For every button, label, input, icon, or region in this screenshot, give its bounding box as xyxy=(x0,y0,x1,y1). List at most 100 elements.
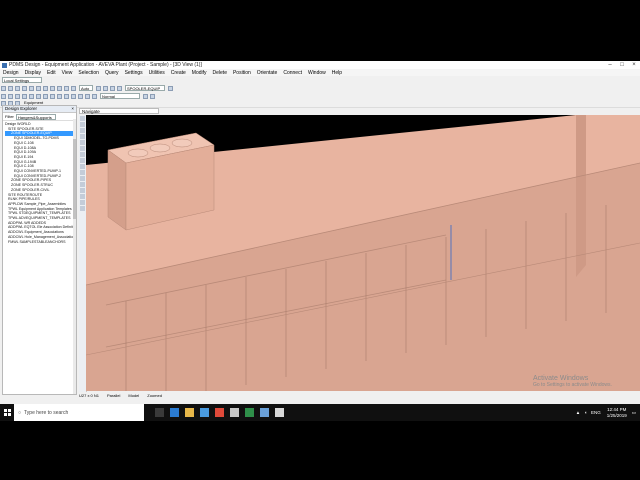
hide-icon[interactable] xyxy=(71,93,76,99)
zoom-out-icon[interactable] xyxy=(80,128,85,133)
auto-button[interactable]: Auto xyxy=(79,85,93,91)
nav-icon[interactable] xyxy=(103,85,108,91)
start-button[interactable] xyxy=(0,404,14,421)
close-icon[interactable]: × xyxy=(71,106,74,112)
shade-icon[interactable] xyxy=(80,176,85,181)
app-icon-3[interactable] xyxy=(260,408,269,417)
sort-icon[interactable] xyxy=(110,85,115,91)
select-icon[interactable] xyxy=(80,116,85,121)
new-icon[interactable] xyxy=(1,85,6,91)
open-icon[interactable] xyxy=(8,85,13,91)
3d-model[interactable] xyxy=(86,115,640,391)
query-icon[interactable] xyxy=(71,85,76,91)
menu-item-help[interactable]: Help xyxy=(329,70,345,76)
label-icon[interactable] xyxy=(64,93,69,99)
elevation-icon[interactable] xyxy=(80,170,85,175)
zoom-icon[interactable] xyxy=(8,93,13,99)
taskbar-search[interactable]: ○ Type here to search xyxy=(14,404,144,421)
iso-icon[interactable] xyxy=(80,158,85,163)
menu-item-utilities[interactable]: Utilities xyxy=(146,70,168,76)
snap-point-icon[interactable] xyxy=(150,93,155,99)
tree-item[interactable]: APPLDW Sample_Pipe_Assemblies xyxy=(5,202,76,207)
section-icon[interactable] xyxy=(80,188,85,193)
menu-item-connect[interactable]: Connect xyxy=(280,70,305,76)
3d-viewport[interactable] xyxy=(86,115,640,391)
menu-item-settings[interactable]: Settings xyxy=(122,70,146,76)
rotate-icon[interactable] xyxy=(22,93,27,99)
colour-icon[interactable] xyxy=(80,206,85,211)
menu-item-query[interactable]: Query xyxy=(102,70,122,76)
model-icon[interactable] xyxy=(43,93,48,99)
delete-icon[interactable] xyxy=(57,85,62,91)
zoom-in-icon[interactable] xyxy=(80,122,85,127)
wire-icon[interactable] xyxy=(80,182,85,187)
colour-icon[interactable] xyxy=(78,93,83,99)
skid-side xyxy=(107,149,127,231)
menu-item-modify[interactable]: Modify xyxy=(189,70,210,76)
menu-item-design[interactable]: Design xyxy=(0,70,22,76)
task-view-icon[interactable] xyxy=(155,408,164,417)
undo-icon[interactable] xyxy=(22,85,27,91)
store-icon[interactable] xyxy=(200,408,209,417)
menu-item-window[interactable]: Window xyxy=(305,70,329,76)
menu-item-selection[interactable]: Selection xyxy=(75,70,102,76)
scroll-thumb[interactable] xyxy=(73,139,76,219)
chrome-icon[interactable] xyxy=(215,408,224,417)
cursor-icon[interactable] xyxy=(143,93,148,99)
explorer-scrollbar[interactable] xyxy=(73,119,76,394)
menu-item-display[interactable]: Display xyxy=(22,70,44,76)
tree-item[interactable]: ADDCWL Hole_Management_Associatio xyxy=(5,235,76,240)
pan-icon[interactable] xyxy=(80,134,85,139)
network-icon[interactable]: ▲ xyxy=(576,410,580,415)
pdms-icon[interactable] xyxy=(275,408,284,417)
clock[interactable]: 12:44 PM 1/25/2019 xyxy=(607,407,627,419)
save-icon[interactable] xyxy=(15,85,20,91)
explorer-filter: Filter Hangers&Supports xyxy=(3,113,76,121)
edge-icon[interactable] xyxy=(170,408,179,417)
app-icon-1[interactable] xyxy=(230,408,239,417)
menu-item-position[interactable]: Position xyxy=(230,70,254,76)
system-tray: ▲ ◖ ENG 12:44 PM 1/25/2019 ▭ xyxy=(576,404,636,421)
view-tab[interactable]: Navigate xyxy=(79,108,159,114)
vent-2 xyxy=(149,143,171,153)
language-indicator[interactable]: ENG xyxy=(591,410,601,415)
file-explorer-icon[interactable] xyxy=(185,408,194,417)
fly-icon[interactable] xyxy=(36,93,41,99)
redo-icon[interactable] xyxy=(29,85,34,91)
walk-icon[interactable] xyxy=(80,146,85,151)
menu-item-create[interactable]: Create xyxy=(168,70,189,76)
maximize-icon[interactable]: □ xyxy=(616,61,628,69)
paste-icon[interactable] xyxy=(50,85,55,91)
menu-item-orientate[interactable]: Orientate xyxy=(254,70,281,76)
measure-icon[interactable] xyxy=(80,194,85,199)
pan-icon[interactable] xyxy=(15,93,20,99)
view-icon[interactable] xyxy=(1,93,6,99)
clip-icon[interactable] xyxy=(50,93,55,99)
walk-icon[interactable] xyxy=(29,93,34,99)
go-icon[interactable] xyxy=(168,85,173,91)
orbit-icon[interactable] xyxy=(80,140,85,145)
close-icon[interactable]: × xyxy=(628,61,640,69)
settings-dropdown[interactable]: Local Settings xyxy=(2,77,42,83)
cut-icon[interactable] xyxy=(36,85,41,91)
menu-item-delete[interactable]: Delete xyxy=(210,70,230,76)
snap-icon[interactable] xyxy=(92,93,97,99)
app-icon-2[interactable] xyxy=(245,408,254,417)
menu-item-view[interactable]: View xyxy=(59,70,76,76)
refresh-icon[interactable] xyxy=(64,85,69,91)
volume-icon[interactable]: ◖ xyxy=(584,410,587,415)
measure-icon[interactable] xyxy=(57,93,62,99)
element-field[interactable]: SPOOLER-EQUIP xyxy=(125,85,165,91)
link-icon[interactable] xyxy=(96,85,101,91)
tree-item[interactable]: FMWL SAMPLESTABLEANCHORS xyxy=(5,240,76,245)
menu-item-edit[interactable]: Edit xyxy=(44,70,59,76)
highlight-icon[interactable] xyxy=(85,93,90,99)
plan-icon[interactable] xyxy=(80,164,85,169)
filter-dropdown[interactable]: Hangers&Supports xyxy=(15,113,56,120)
notification-icon[interactable]: ▭ xyxy=(632,410,636,416)
fit-icon[interactable] xyxy=(80,152,85,157)
minimize-icon[interactable]: – xyxy=(604,61,616,69)
tag-icon[interactable] xyxy=(117,85,122,91)
label-icon[interactable] xyxy=(80,200,85,205)
copy-icon[interactable] xyxy=(43,85,48,91)
